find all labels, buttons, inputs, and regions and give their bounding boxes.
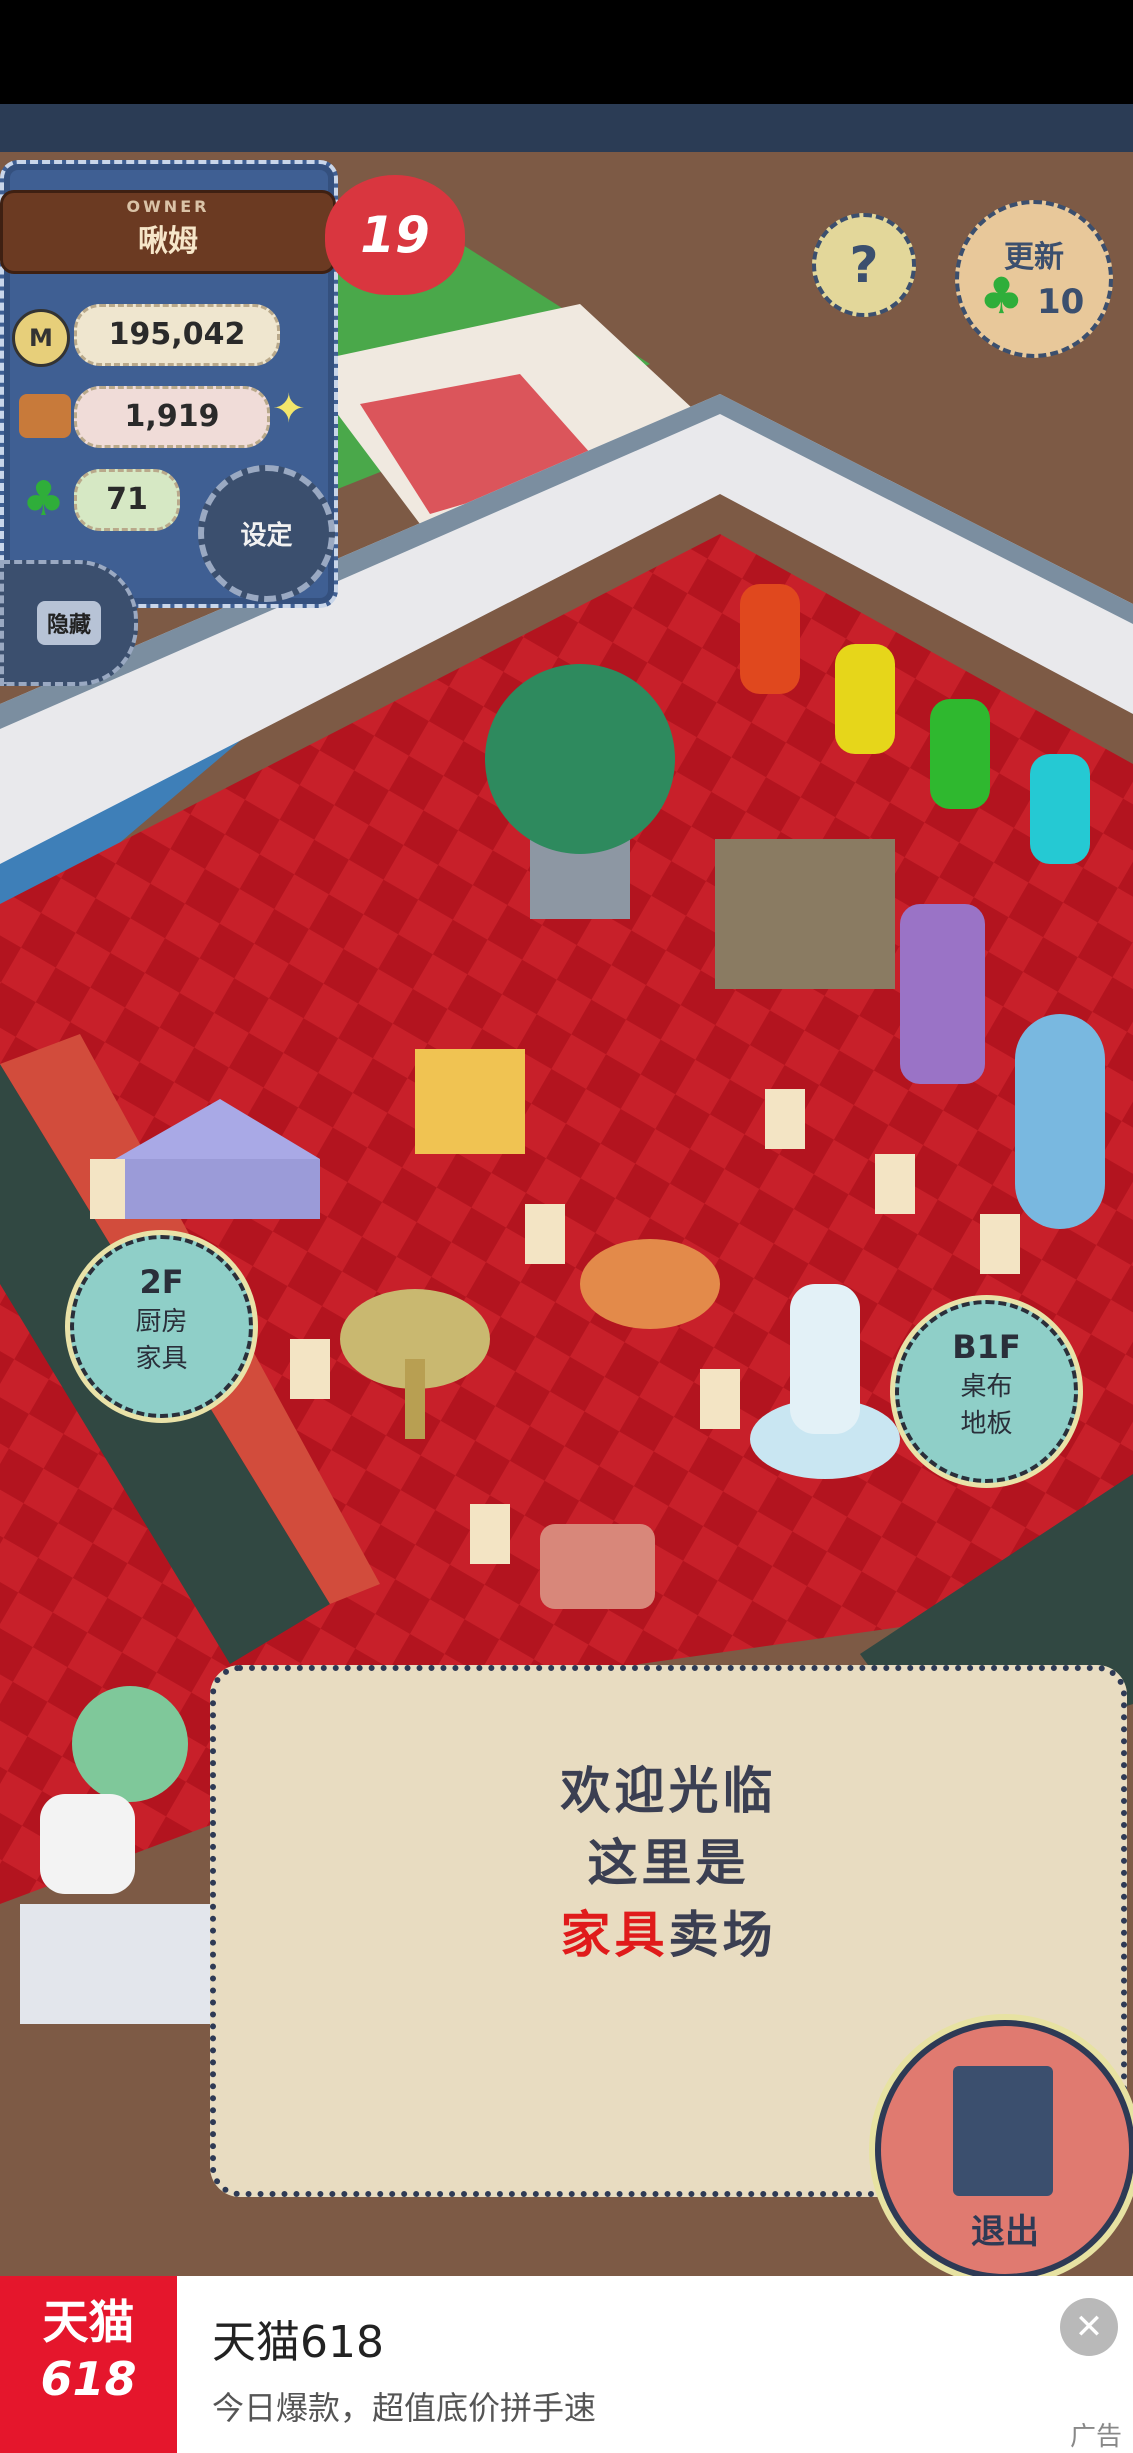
sparkle-icon: ✦ — [272, 386, 306, 432]
owner-nameplate: OWNER 啾姆 — [0, 190, 336, 274]
floor-down-line1: 桌布 — [960, 1372, 1013, 1402]
ad-banner[interactable]: 天猫 618 天猫618 今日爆款，超值底价拼手速 ✕ 广告 — [0, 2276, 1133, 2453]
coin-icon: M — [12, 309, 70, 367]
owner-label: OWNER — [126, 197, 210, 216]
ad-tag: 广告 — [1070, 2422, 1123, 2452]
status-bar — [0, 0, 1133, 104]
exit-button[interactable]: 退出 — [875, 2020, 1133, 2280]
refresh-cost: 10 — [1037, 282, 1085, 322]
exit-label: 退出 — [971, 2212, 1039, 2252]
logo-bottom-text: 618 — [40, 2352, 137, 2406]
help-label: ? — [849, 236, 879, 294]
floor-up-line2: 家具 — [135, 1344, 188, 1374]
floor-up-line1: 厨房 — [135, 1307, 188, 1337]
dialog-line3: 家具卖场 — [216, 1895, 1121, 1967]
clover-icon: ♣ — [22, 471, 66, 527]
tmall-logo: 天猫 618 — [0, 2276, 177, 2453]
settings-button[interactable]: 设定 — [198, 465, 335, 602]
ad-subtitle: 今日爆款，超值底价拼手速 — [212, 2389, 597, 2427]
settings-label: 设定 — [240, 521, 293, 551]
floor-down-bubble[interactable]: B1F 桌布 地板 — [895, 1300, 1078, 1483]
dialog-line1: 欢迎光临 — [560, 1762, 777, 1820]
refresh-clover-icon: ♣ — [979, 267, 1024, 325]
hide-label: 隐藏 — [36, 601, 101, 645]
clovers-value: 71 — [74, 469, 180, 531]
hide-button[interactable]: 隐藏 — [0, 560, 138, 686]
bunting-banner — [0, 104, 1133, 152]
dialog-line3-suffix: 卖场 — [668, 1906, 777, 1964]
ad-close-button[interactable]: ✕ — [1060, 2298, 1118, 2356]
ad-title: 天猫618 — [212, 2317, 384, 2368]
floor-up-label: 2F — [139, 1263, 184, 1301]
owner-name: 啾姆 — [138, 224, 198, 259]
logo-top-text: 天猫 — [42, 2295, 135, 2349]
level-value: 19 — [360, 206, 430, 264]
floor-down-label: B1F — [952, 1328, 1021, 1366]
goods-basket-icon — [19, 394, 71, 438]
door-icon — [953, 2066, 1053, 2196]
level-heart-badge: 19 — [325, 175, 465, 295]
floor-up-bubble[interactable]: 2F 厨房 家具 — [70, 1235, 253, 1418]
coins-value: 195,042 — [74, 304, 280, 366]
dialog-highlight: 家具 — [560, 1906, 669, 1964]
goods-value: 1,919 — [74, 386, 270, 448]
floor-down-line2: 地板 — [960, 1409, 1013, 1439]
refresh-button[interactable]: 更新 ♣ 10 — [955, 200, 1113, 358]
dialog-line2: 这里是 — [587, 1834, 750, 1892]
help-button[interactable]: ? — [812, 213, 916, 317]
